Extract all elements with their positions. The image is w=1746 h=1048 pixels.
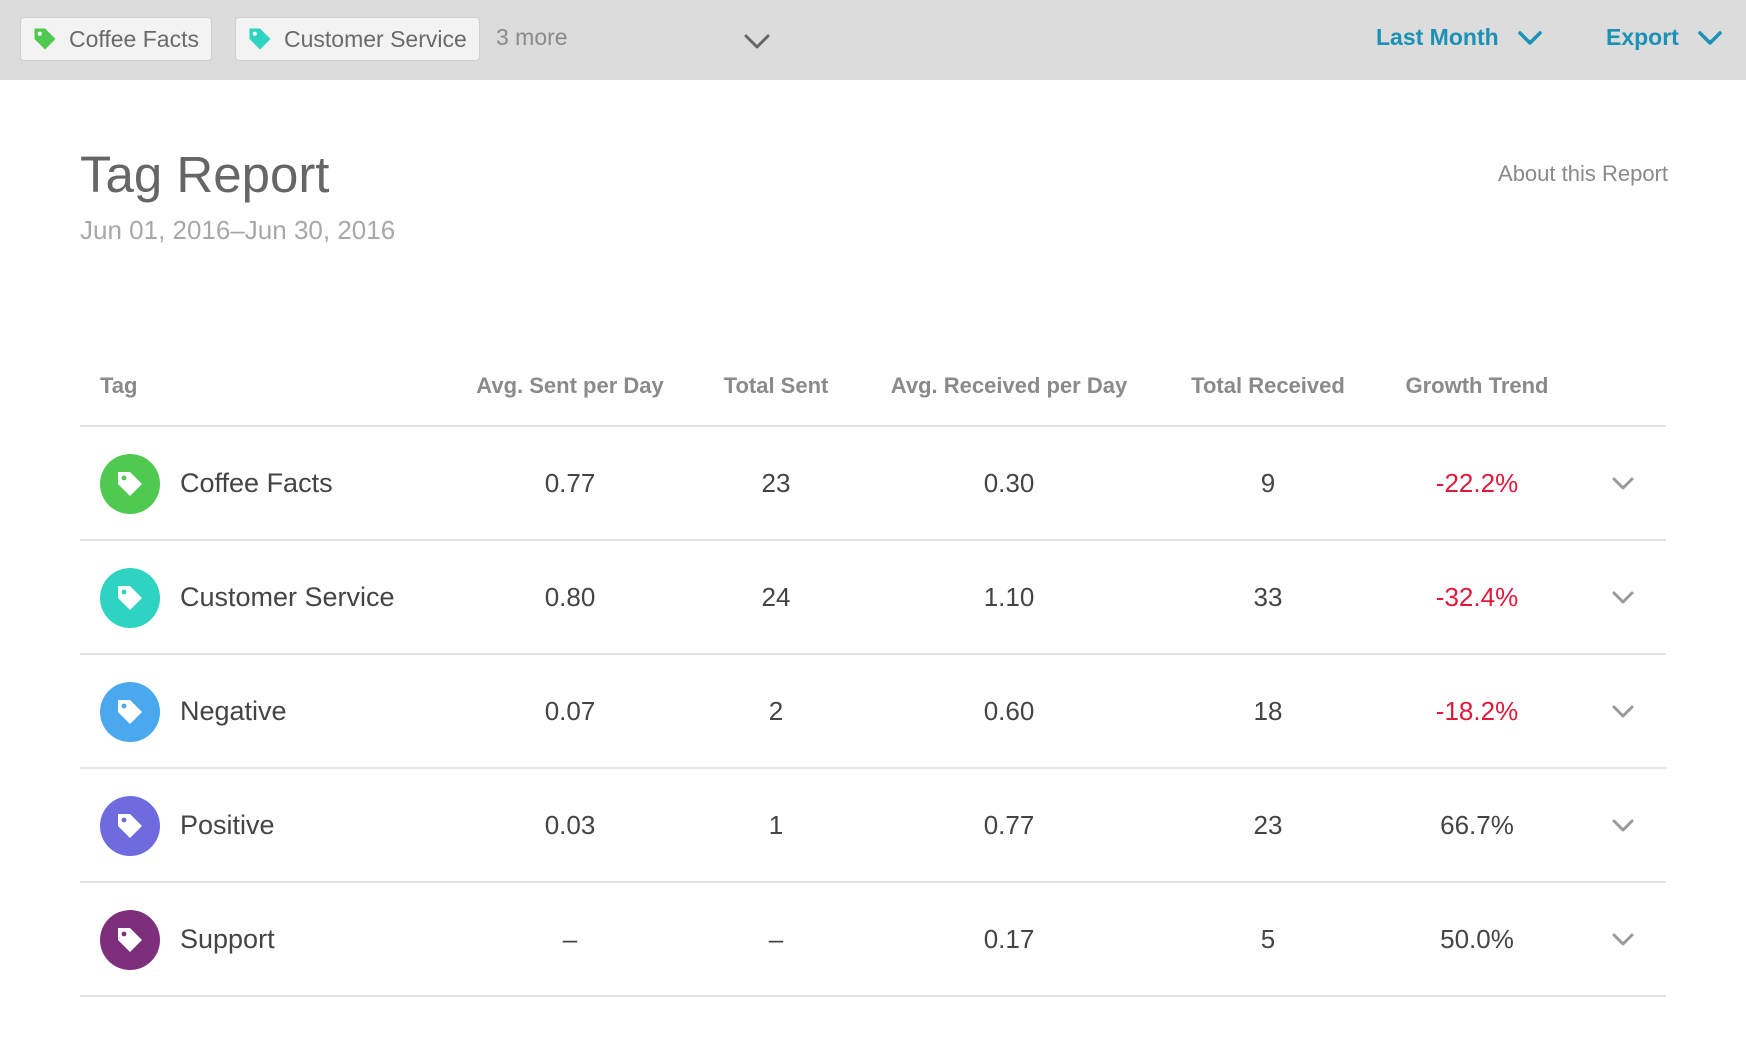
tag-icon <box>34 28 56 50</box>
expand-row-chevron-icon[interactable] <box>1610 474 1636 494</box>
total-sent-value: 2 <box>768 696 784 726</box>
avg-sent-value: 0.80 <box>544 582 596 612</box>
total-sent-value: 23 <box>761 468 791 498</box>
total-received-value: 18 <box>1253 696 1283 726</box>
total-received-value: 23 <box>1253 810 1283 840</box>
filter-chip-label: Customer Service <box>284 25 467 52</box>
avg-received-value: 1.10 <box>983 582 1035 612</box>
avg-sent-value: – <box>562 924 578 954</box>
column-header-total-sent[interactable]: Total Sent <box>724 373 829 399</box>
expand-row-chevron-icon[interactable] <box>1610 702 1636 722</box>
growth-trend-value: 50.0% <box>1440 924 1514 954</box>
table-row[interactable]: Positive 0.03 1 0.77 23 66.7% <box>80 769 1666 883</box>
about-report-link[interactable]: About this Report <box>1498 161 1668 187</box>
growth-trend-value: -22.2% <box>1435 468 1519 498</box>
avg-received-value: 0.17 <box>983 924 1035 954</box>
chevron-down-icon <box>1698 30 1722 45</box>
total-sent-value: 1 <box>768 810 784 840</box>
tag-report-table: Tag Avg. Sent per Day Total Sent Avg. Re… <box>80 355 1666 997</box>
tag-icon <box>118 928 142 952</box>
tag-avatar <box>100 454 160 514</box>
tag-icon <box>118 814 142 838</box>
tag-avatar <box>100 568 160 628</box>
more-tags-link[interactable]: 3 more <box>496 24 568 51</box>
expand-row-chevron-icon[interactable] <box>1610 816 1636 836</box>
filter-bar: Coffee Facts Customer Service 3 more Las… <box>0 0 1746 80</box>
tag-name: Customer Service <box>180 582 395 612</box>
filter-chip-coffee-facts[interactable]: Coffee Facts <box>20 17 212 61</box>
date-range-dropdown[interactable]: Last Month <box>1376 24 1543 51</box>
table-header: Tag Avg. Sent per Day Total Sent Avg. Re… <box>80 355 1666 427</box>
column-header-avg-sent[interactable]: Avg. Sent per Day <box>476 373 663 399</box>
total-sent-value: 24 <box>761 582 791 612</box>
filter-chip-customer-service[interactable]: Customer Service <box>235 17 480 61</box>
table-row[interactable]: Coffee Facts 0.77 23 0.30 9 -22.2% <box>80 427 1666 541</box>
tag-icon <box>249 28 271 50</box>
avg-received-value: 0.77 <box>983 810 1035 840</box>
tag-name: Support <box>180 924 275 954</box>
date-range-label: Last Month <box>1376 24 1499 50</box>
total-received-value: 5 <box>1260 924 1276 954</box>
tag-icon <box>118 700 142 724</box>
tag-name: Positive <box>180 810 275 840</box>
growth-trend-value: 66.7% <box>1440 810 1514 840</box>
expand-row-chevron-icon[interactable] <box>1610 588 1636 608</box>
growth-trend-value: -32.4% <box>1435 582 1519 612</box>
total-received-value: 9 <box>1260 468 1276 498</box>
table-row[interactable]: Negative 0.07 2 0.60 18 -18.2% <box>80 655 1666 769</box>
avg-sent-value: 0.03 <box>544 810 596 840</box>
filter-chip-label: Coffee Facts <box>69 25 199 52</box>
total-received-value: 33 <box>1253 582 1283 612</box>
tag-name: Negative <box>180 696 287 726</box>
export-dropdown[interactable]: Export <box>1606 24 1723 51</box>
chevron-down-icon <box>1517 30 1542 45</box>
tag-icon <box>118 586 142 610</box>
tag-avatar <box>100 682 160 742</box>
table-row[interactable]: Support – – 0.17 5 50.0% <box>80 883 1666 997</box>
page-title: Tag Report <box>80 146 330 203</box>
tag-avatar <box>100 796 160 856</box>
report-date-range: Jun 01, 2016–Jun 30, 2016 <box>80 215 396 245</box>
tag-name: Coffee Facts <box>180 468 333 498</box>
export-label: Export <box>1606 24 1679 50</box>
total-sent-value: – <box>768 924 784 954</box>
column-header-avg-received[interactable]: Avg. Received per Day <box>891 373 1127 399</box>
column-header-tag[interactable]: Tag <box>100 373 137 399</box>
table-row[interactable]: Customer Service 0.80 24 1.10 33 -32.4% <box>80 541 1666 655</box>
tag-avatar <box>100 910 160 970</box>
growth-trend-value: -18.2% <box>1435 696 1519 726</box>
tag-icon <box>118 472 142 496</box>
column-header-total-received[interactable]: Total Received <box>1191 373 1345 399</box>
avg-received-value: 0.30 <box>983 468 1035 498</box>
avg-sent-value: 0.77 <box>544 468 596 498</box>
avg-received-value: 0.60 <box>983 696 1035 726</box>
avg-sent-value: 0.07 <box>544 696 596 726</box>
tag-filter-dropdown-chevron-icon[interactable] <box>742 28 772 54</box>
column-header-growth-trend[interactable]: Growth Trend <box>1406 373 1549 399</box>
expand-row-chevron-icon[interactable] <box>1610 930 1636 950</box>
